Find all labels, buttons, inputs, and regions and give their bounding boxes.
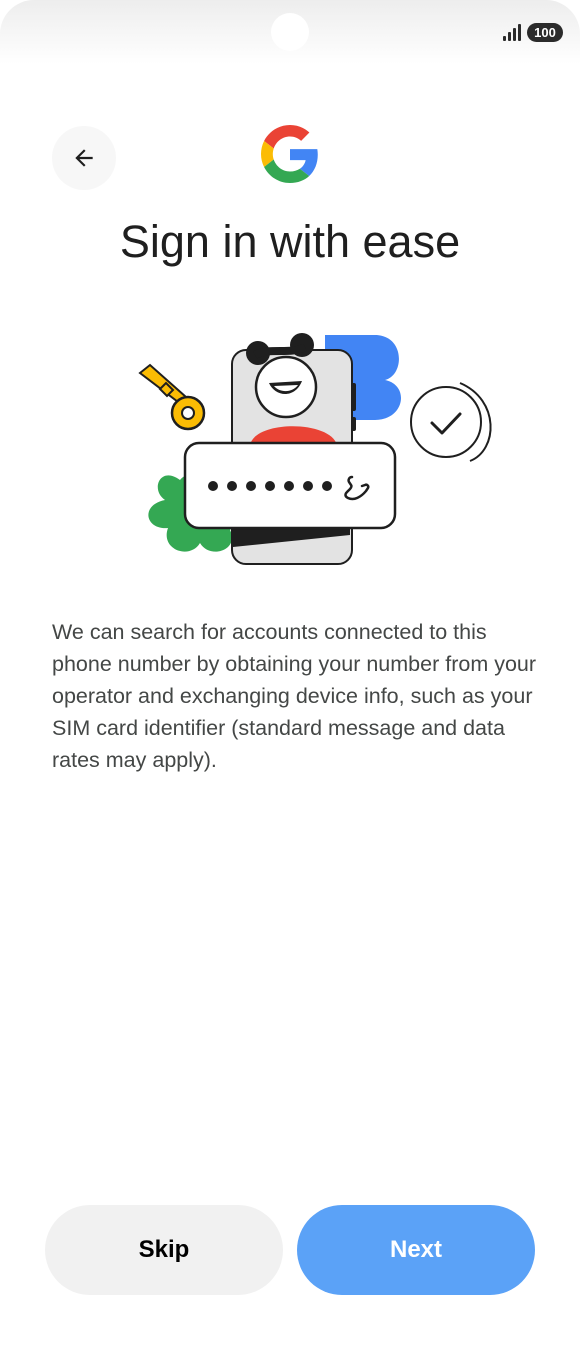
camera-cutout bbox=[271, 13, 309, 51]
arrow-left-icon bbox=[75, 149, 93, 167]
sign-in-illustration bbox=[138, 333, 492, 565]
back-button[interactable] bbox=[52, 126, 116, 190]
cellular-signal-icon bbox=[503, 24, 521, 41]
checkmark-icon bbox=[410, 382, 492, 462]
google-logo bbox=[261, 125, 318, 183]
key-icon bbox=[138, 363, 206, 431]
battery-level: 100 bbox=[534, 25, 556, 40]
status-bar: 100 bbox=[0, 0, 580, 64]
description-text: We can search for accounts connected to … bbox=[52, 620, 537, 772]
skip-button[interactable]: Skip bbox=[45, 1205, 283, 1295]
battery-icon: 100 bbox=[527, 23, 563, 42]
next-button[interactable]: Next bbox=[297, 1205, 535, 1295]
page-title: Sign in with ease bbox=[119, 216, 461, 267]
